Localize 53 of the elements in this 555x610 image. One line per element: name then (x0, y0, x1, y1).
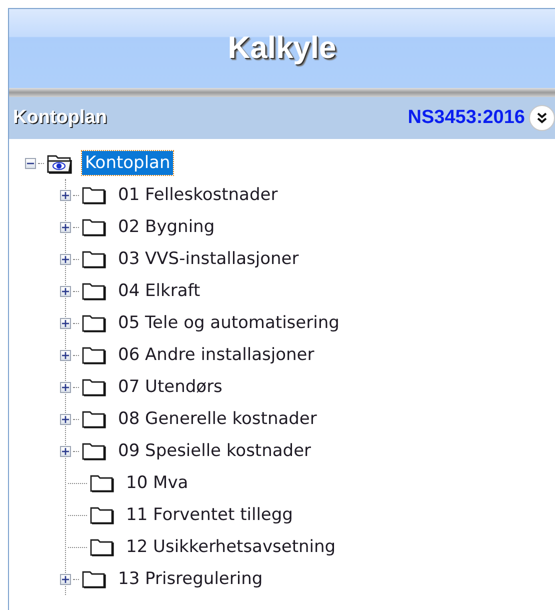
expand-button[interactable] (60, 190, 71, 200)
expand-button[interactable] (60, 222, 71, 232)
folder-icon (81, 377, 107, 397)
plus-icon (62, 256, 69, 262)
folder-icon (81, 569, 107, 589)
expand-chevron-button[interactable] (529, 104, 555, 131)
plus-icon (62, 448, 69, 454)
expand-button[interactable] (60, 318, 71, 328)
plus-icon (62, 576, 69, 582)
tree-item[interactable]: 13 Prisregulering (115, 567, 266, 591)
section-title: Kontoplan (13, 106, 107, 129)
expand-button[interactable] (60, 382, 71, 392)
expand-button[interactable] (60, 446, 71, 456)
folder-icon (81, 185, 107, 205)
tree-item[interactable]: 05 Tele og automatisering (115, 311, 342, 335)
tree-item[interactable]: 08 Generelle kostnader (115, 407, 320, 431)
standard-label: NS3453:2016 (408, 106, 525, 129)
expand-button[interactable] (60, 574, 71, 584)
folder-icon (81, 281, 107, 301)
expand-button[interactable] (60, 254, 71, 264)
tree-item[interactable]: Kontoplan (82, 151, 174, 175)
folder-icon (81, 217, 107, 237)
plus-icon (62, 320, 69, 326)
tree-item[interactable]: 06 Andre installasjoner (115, 343, 318, 367)
plus-icon (62, 192, 69, 198)
tree-item[interactable]: 12 Usikkerhetsavsetning (123, 535, 339, 559)
tree-item[interactable]: 04 Elkraft (115, 279, 204, 303)
plus-icon (62, 352, 69, 358)
folder-icon (89, 505, 115, 525)
tree-item[interactable]: 01 Felleskostnader (115, 183, 281, 207)
tree-item[interactable]: 11 Forventet tillegg (123, 503, 296, 527)
collapse-button[interactable] (25, 158, 36, 168)
folder-icon (81, 409, 107, 429)
tree-item[interactable]: 03 VVS-installasjoner (115, 247, 302, 271)
tree-item[interactable]: 10 Mva (123, 471, 192, 495)
folder-icon (81, 249, 107, 269)
plus-icon (62, 288, 69, 294)
panel-title: Kalkyle (228, 30, 336, 66)
folder-icon (81, 441, 107, 461)
expand-button[interactable] (60, 286, 71, 296)
tree-item[interactable]: 07 Utendørs (115, 375, 226, 399)
tree-item[interactable]: 09 Spesielle kostnader (115, 439, 314, 463)
plus-icon (62, 384, 69, 390)
tree-item[interactable]: 02 Bygning (115, 215, 218, 239)
folder-icon (89, 537, 115, 557)
folder-icon (81, 313, 107, 333)
expand-button[interactable] (60, 350, 71, 360)
expand-button[interactable] (60, 414, 71, 424)
folder-icon (81, 345, 107, 365)
plus-icon (62, 416, 69, 422)
folder-icon (89, 473, 115, 493)
double-chevron-down-icon (536, 112, 548, 124)
plus-icon (62, 224, 69, 230)
